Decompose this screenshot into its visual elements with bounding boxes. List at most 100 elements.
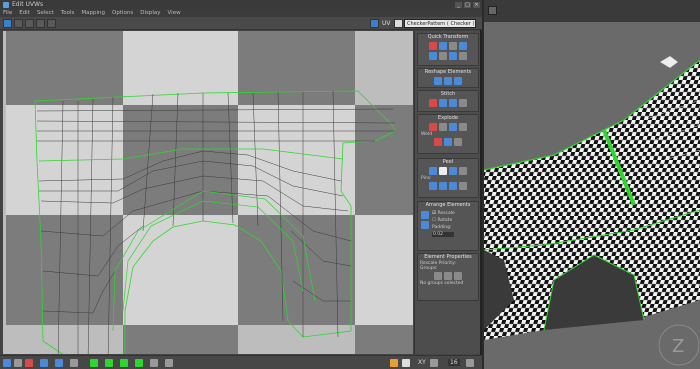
- menu-file[interactable]: File: [3, 10, 12, 16]
- flip-vertical-icon[interactable]: [439, 52, 447, 60]
- pack-normalize-icon[interactable]: [421, 221, 429, 229]
- maximize-button[interactable]: □: [464, 1, 471, 8]
- padding-spinner[interactable]: 0.02: [432, 232, 454, 237]
- peel-header[interactable]: Peel: [418, 159, 478, 166]
- stitch-rollout: Stitch: [417, 90, 479, 112]
- grid-snap-icon[interactable]: [430, 359, 438, 367]
- break-icon[interactable]: [429, 123, 437, 131]
- explode-header[interactable]: Explode: [418, 115, 478, 122]
- grid-value[interactable]: 16: [448, 359, 460, 366]
- group-add-icon[interactable]: [434, 272, 442, 280]
- rescale-checkbox[interactable]: ☑: [432, 211, 436, 216]
- menu-bar: File Edit Select Tools Mapping Options D…: [0, 9, 482, 17]
- settings-icon[interactable]: [454, 77, 462, 85]
- auto-pin-icon[interactable]: [449, 182, 457, 190]
- uv-toolbar: UV CheckerPattern ( Checker ): [0, 17, 482, 30]
- stitch-header[interactable]: Stitch: [418, 91, 478, 98]
- uv-viewport[interactable]: [3, 31, 413, 354]
- align-horizontal-icon[interactable]: [439, 42, 447, 50]
- paint-select-icon[interactable]: [150, 359, 158, 367]
- straighten-icon[interactable]: [434, 77, 442, 85]
- quick-transform-rollout: Quick Transform: [417, 33, 479, 66]
- checker-car-render: Z: [484, 22, 700, 369]
- title-bar: Edit UVWs _ □ ×: [0, 0, 482, 9]
- freeform-tool-icon[interactable]: [36, 19, 45, 28]
- weld-target-icon[interactable]: [444, 138, 452, 146]
- loop-grow-icon[interactable]: [90, 359, 98, 367]
- menu-edit[interactable]: Edit: [19, 10, 30, 16]
- reset-peel-icon[interactable]: [449, 167, 457, 175]
- reshape-rollout: Reshape Elements: [417, 68, 479, 88]
- perspective-viewport[interactable]: Z: [484, 0, 700, 369]
- space-horizontal-icon[interactable]: [449, 52, 457, 60]
- lock-selection-icon[interactable]: [390, 359, 398, 367]
- window-title: Edit UVWs: [12, 1, 44, 8]
- xy-label: XY: [418, 359, 426, 366]
- stitch-settings-icon[interactable]: [459, 99, 467, 107]
- element-mode-icon[interactable]: [40, 359, 48, 367]
- status-settings-icon[interactable]: [466, 359, 474, 367]
- weld-selected-icon[interactable]: [434, 138, 442, 146]
- move-tool-icon[interactable]: [3, 19, 12, 28]
- soft-select-icon[interactable]: [165, 359, 173, 367]
- menu-mapping[interactable]: Mapping: [81, 10, 105, 16]
- select-grow-icon[interactable]: [55, 359, 63, 367]
- absolute-mode-icon[interactable]: [402, 359, 410, 367]
- arrange-rollout: Arrange Elements ☑ Rescale ☐ Rotate Padd…: [417, 201, 479, 251]
- unpin-icon[interactable]: [439, 182, 447, 190]
- mirror-tool-icon[interactable]: [47, 19, 56, 28]
- face-mode-icon[interactable]: [25, 359, 33, 367]
- close-button[interactable]: ×: [473, 1, 480, 8]
- explode-rollout: Explode Weld: [417, 114, 479, 154]
- scale-tool-icon[interactable]: [25, 19, 34, 28]
- stitch-source-icon[interactable]: [429, 99, 437, 107]
- relax-icon[interactable]: [444, 77, 452, 85]
- group-remove-icon[interactable]: [444, 272, 452, 280]
- uv-label: UV: [382, 20, 391, 27]
- quick-transform-header[interactable]: Quick Transform: [418, 34, 478, 41]
- rotate-90-icon[interactable]: [459, 42, 467, 50]
- stitch-target-icon[interactable]: [449, 99, 457, 107]
- edge-mode-icon[interactable]: [14, 359, 22, 367]
- flatten-icon[interactable]: [449, 123, 457, 131]
- texture-dropdown[interactable]: CheckerPattern ( Checker ): [404, 19, 476, 28]
- uv-mode-icon[interactable]: [370, 19, 379, 28]
- pin-icon[interactable]: [429, 182, 437, 190]
- explode-settings-icon[interactable]: [459, 123, 467, 131]
- checker-swatch-icon: [394, 19, 403, 28]
- element-properties-header[interactable]: Element Properties: [418, 254, 478, 261]
- peel-mode-icon[interactable]: [439, 167, 447, 175]
- uv-checker-canvas: [3, 31, 413, 354]
- select-shrink-icon[interactable]: [70, 359, 78, 367]
- stitch-average-icon[interactable]: [439, 99, 447, 107]
- reset-transform-icon[interactable]: [429, 42, 437, 50]
- rotate-tool-icon[interactable]: [14, 19, 23, 28]
- space-vertical-icon[interactable]: [459, 52, 467, 60]
- loop-shrink-icon[interactable]: [120, 359, 128, 367]
- arrange-header[interactable]: Arrange Elements: [418, 202, 478, 209]
- pack-custom-icon[interactable]: [421, 211, 429, 219]
- quick-peel-icon[interactable]: [429, 167, 437, 175]
- padding-label: Padding:: [432, 225, 452, 230]
- menu-options[interactable]: Options: [112, 10, 133, 16]
- align-vertical-icon[interactable]: [449, 42, 457, 50]
- detach-icon[interactable]: [439, 123, 447, 131]
- ring-grow-icon[interactable]: [105, 359, 113, 367]
- ring-shrink-icon[interactable]: [135, 359, 143, 367]
- peel-settings-icon[interactable]: [459, 167, 467, 175]
- menu-tools[interactable]: Tools: [61, 10, 75, 16]
- vertex-mode-icon[interactable]: [3, 359, 11, 367]
- menu-display[interactable]: Display: [140, 10, 160, 16]
- menu-view[interactable]: View: [168, 10, 181, 16]
- group-select-icon[interactable]: [454, 272, 462, 280]
- status-bar: XY 16: [0, 355, 482, 369]
- rotate-label: Rotate: [437, 218, 453, 223]
- reshape-header[interactable]: Reshape Elements: [418, 69, 478, 76]
- menu-select[interactable]: Select: [37, 10, 54, 16]
- select-pins-icon[interactable]: [459, 182, 467, 190]
- minimize-button[interactable]: _: [455, 1, 462, 8]
- weld-settings-icon[interactable]: [454, 138, 462, 146]
- flip-horizontal-icon[interactable]: [429, 52, 437, 60]
- rescale-label: Rescale: [437, 211, 455, 216]
- rotate-checkbox[interactable]: ☐: [432, 218, 436, 223]
